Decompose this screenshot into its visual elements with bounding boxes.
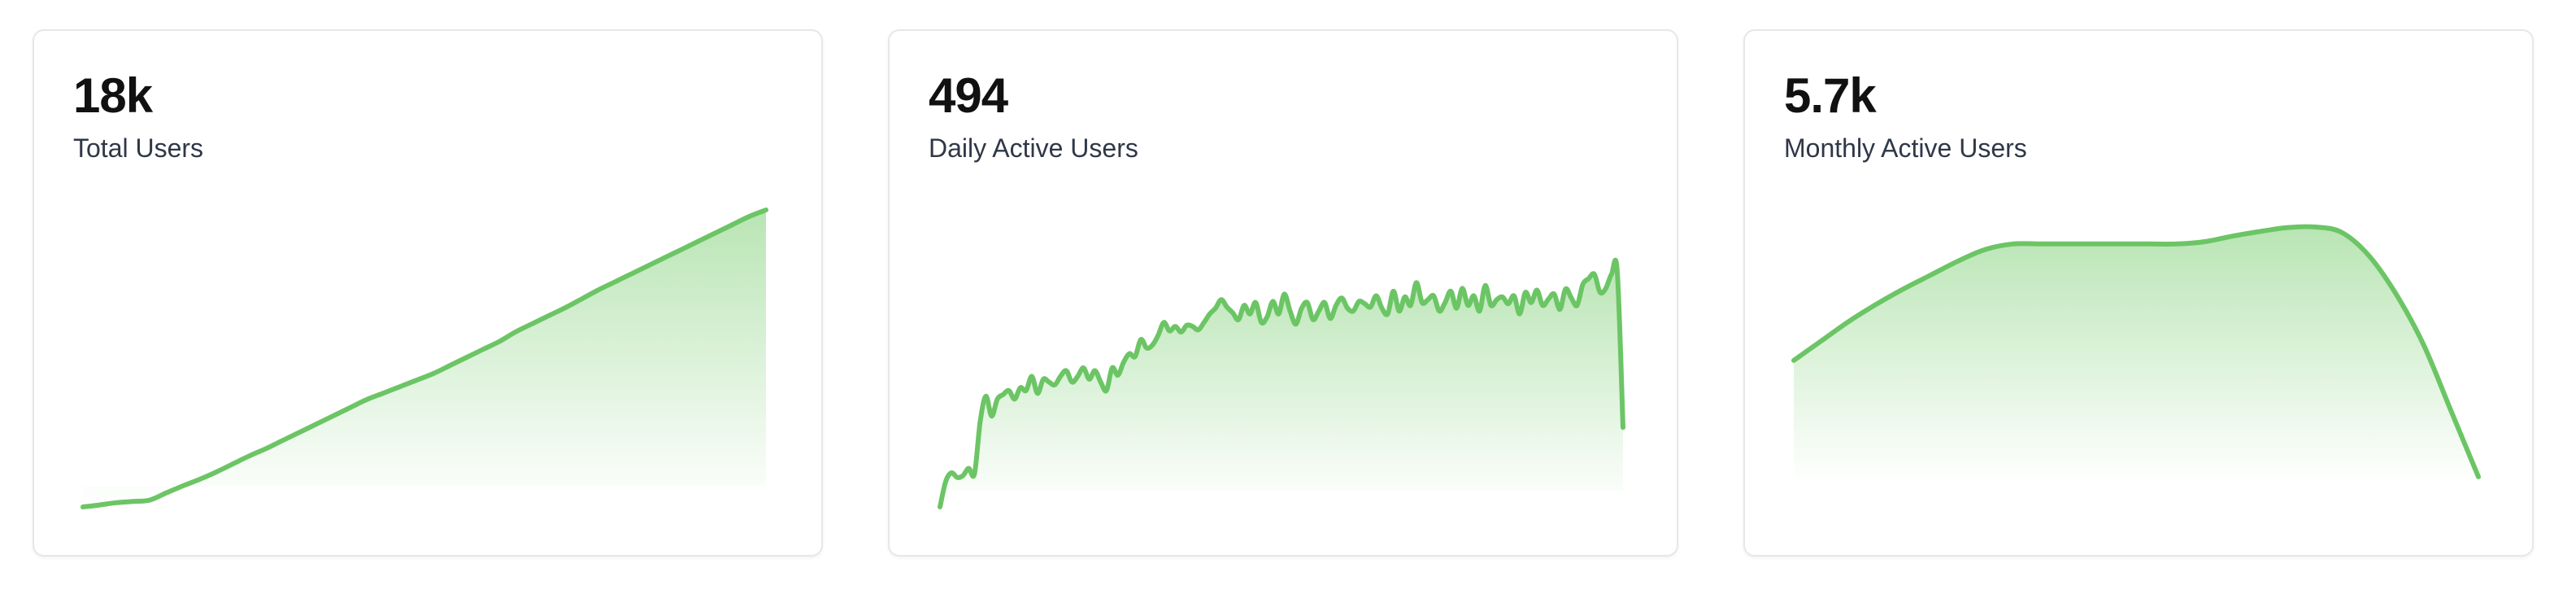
metric-card-monthly-active-users: 5.7k Monthly Active Users — [1743, 29, 2534, 557]
total-users-sparkline — [80, 207, 768, 509]
metric-cards: 18k Total Users 494 Daily Active Users 5… — [33, 29, 2534, 557]
daily-active-users-sparkline — [938, 257, 1625, 509]
monthly-active-users-sparkline — [1791, 224, 2481, 483]
sparkline-area-fill — [83, 210, 766, 507]
metric-card-daily-active-users: 494 Daily Active Users — [888, 29, 1678, 557]
metric-card-total-users: 18k Total Users — [33, 29, 823, 557]
